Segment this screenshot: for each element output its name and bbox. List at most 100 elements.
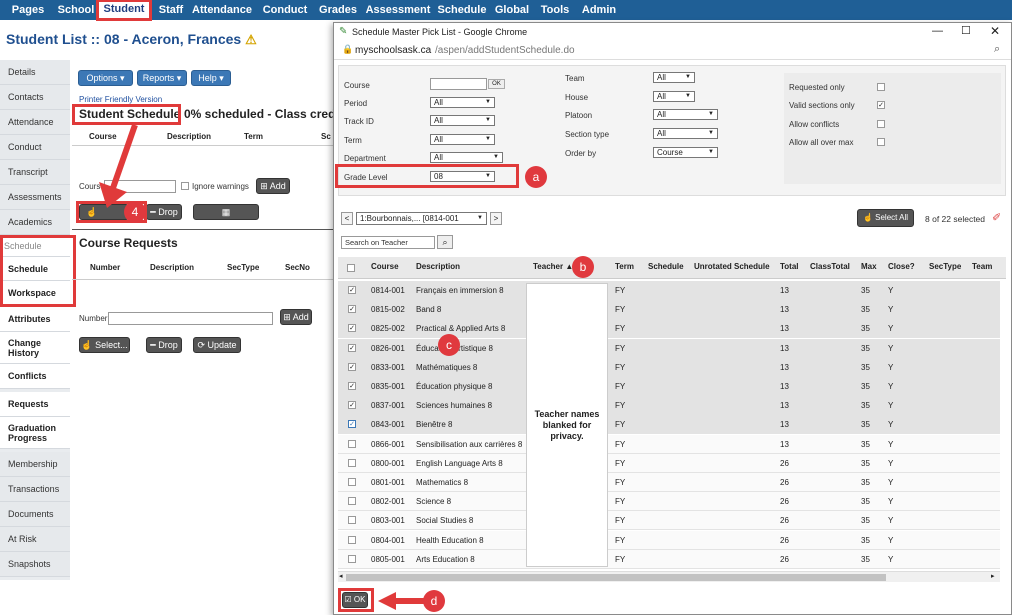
help-button[interactable]: Help ▾: [191, 70, 231, 86]
nav-student[interactable]: Student: [96, 0, 152, 21]
drop-button[interactable]: ━ Drop: [146, 204, 182, 220]
table-row[interactable]: ✓ 0815-002 Band 8 FY 13 35 Y: [338, 300, 1000, 320]
sidebar-item-graduation-progress[interactable]: Graduation Progress: [0, 417, 70, 449]
close-icon[interactable]: ✕: [990, 24, 1000, 38]
table-row[interactable]: 0800-001 English Language Arts 8 FY 26 35 Y: [338, 453, 1000, 473]
sidebar-item-conflicts[interactable]: Conflicts: [0, 364, 70, 389]
sidebar-item-details[interactable]: Details: [0, 60, 70, 85]
previous-teacher-button[interactable]: <: [341, 212, 353, 225]
table-row[interactable]: ✓ 0826-001 Éducation artistique 8 FY 13 35 Y: [338, 338, 1000, 358]
sidebar-item-snapshots[interactable]: Snapshots: [0, 552, 70, 577]
table-row[interactable]: 0801-001 Mathematics 8 FY 26 35 Y: [338, 473, 1000, 492]
team-select[interactable]: All: [653, 72, 695, 83]
bell-icon[interactable]: ⚠: [245, 32, 257, 47]
col-sectype[interactable]: SecType: [929, 262, 961, 271]
col-max[interactable]: Max: [861, 262, 877, 271]
nav-attendance[interactable]: Attendance: [190, 0, 254, 20]
sidebar-item-attendance[interactable]: Attendance: [0, 110, 70, 135]
table-row[interactable]: ✓ 0843-001 Bienêtre 8 FY 13 35 Y: [338, 415, 1000, 435]
scroll-left-icon[interactable]: ◂: [339, 572, 343, 580]
nav-staff[interactable]: Staff: [154, 0, 188, 20]
scrollbar-thumb[interactable]: [346, 574, 886, 581]
platoon-select[interactable]: All: [653, 109, 718, 120]
table-row[interactable]: ✓ 0814-001 Français en immersion 8 FY 13 35 Y: [338, 281, 1000, 300]
teacher-search-input[interactable]: Search on Teacher: [341, 236, 435, 249]
sidebar-item-transcript[interactable]: Transcript: [0, 160, 70, 185]
sidebar-item-contacts[interactable]: Contacts: [0, 85, 70, 110]
teacher-navigator-select[interactable]: 1:Bourbonnais,... [0814-001: [356, 212, 487, 225]
request-select-button[interactable]: ☝ Select...: [79, 337, 130, 353]
section-type-select[interactable]: All: [653, 128, 718, 139]
table-row[interactable]: ✓ 0833-001 Mathématiques 8 FY 13 35 Y: [338, 357, 1000, 377]
nav-assessment[interactable]: Assessment: [364, 0, 432, 20]
search-icon[interactable]: ⌕: [437, 235, 453, 249]
horizontal-scrollbar[interactable]: ◂ ▸: [338, 571, 1000, 582]
number-input[interactable]: [108, 312, 273, 325]
col-classtotal[interactable]: ClassTotal: [810, 262, 850, 271]
select-all-rows-checkbox[interactable]: [347, 264, 355, 272]
scroll-right-icon[interactable]: ▸: [991, 572, 995, 580]
row-checkbox[interactable]: ✓: [348, 286, 356, 294]
request-drop-button[interactable]: ━ Drop: [146, 337, 182, 353]
table-row[interactable]: ✓ 0837-001 Sciences humaines 8 FY 13 35 Y: [338, 396, 1000, 416]
col-close[interactable]: Close?: [888, 262, 915, 271]
row-checkbox[interactable]: ✓: [348, 401, 356, 410]
sidebar-item-conduct[interactable]: Conduct: [0, 135, 70, 160]
sidebar-item-membership[interactable]: Membership: [0, 452, 70, 477]
minimize-icon[interactable]: —: [932, 25, 943, 37]
reschedule-button[interactable]: ▦ Reschedule...: [193, 204, 259, 231]
nav-conduct[interactable]: Conduct: [257, 0, 313, 20]
col-total[interactable]: Total: [780, 262, 799, 271]
table-row[interactable]: ✓ 0825-002 Practical & Applied Arts 8 FY 13 3…: [338, 319, 1000, 339]
address-bar[interactable]: 🔒 myschoolsask.ca /aspen/addStudentSched…: [334, 42, 1011, 60]
table-row[interactable]: ✓ 0835-001 Éducation physique 8 FY 13 35 Y: [338, 377, 1000, 396]
sidebar-item-change-history[interactable]: Change History: [0, 332, 70, 364]
table-row[interactable]: 0802-001 Science 8 FY 26 35 Y: [338, 492, 1000, 512]
course-filter-ok-button[interactable]: OK: [488, 79, 505, 89]
valid-sections-only-checkbox[interactable]: ✓: [877, 101, 885, 109]
nav-schedule[interactable]: Schedule: [436, 0, 488, 20]
row-checkbox[interactable]: ✓: [348, 305, 356, 314]
sidebar-item-at-risk[interactable]: At Risk: [0, 527, 70, 552]
sidebar-item-assessments[interactable]: Assessments: [0, 185, 70, 210]
col-description[interactable]: Description: [416, 262, 460, 271]
track-id-select[interactable]: All: [430, 115, 495, 126]
nav-tools[interactable]: Tools: [537, 0, 573, 20]
sidebar-item-attributes[interactable]: Attributes: [0, 307, 70, 332]
row-checkbox[interactable]: ✓: [348, 382, 356, 390]
row-checkbox[interactable]: [348, 439, 356, 448]
table-row[interactable]: 0804-001 Health Education 8 FY 26 35 Y: [338, 530, 1000, 550]
row-checkbox[interactable]: [348, 458, 356, 467]
allow-conflicts-checkbox[interactable]: [877, 120, 885, 128]
row-checkbox[interactable]: ✓: [348, 343, 356, 352]
table-row[interactable]: 0805-001 Arts Education 8 FY 26 35 Y: [338, 549, 1000, 569]
col-term[interactable]: Term: [615, 262, 634, 271]
ignore-warnings-checkbox[interactable]: [181, 182, 189, 190]
row-checkbox[interactable]: [348, 478, 356, 486]
table-row[interactable]: 0866-001 Sensibilisation aux carrières 8 F…: [338, 434, 1000, 454]
requested-only-checkbox[interactable]: [877, 83, 885, 91]
col-course[interactable]: Course: [371, 262, 399, 271]
col-team[interactable]: Team: [972, 262, 992, 271]
col-schedule[interactable]: Schedule: [648, 262, 684, 271]
maximize-icon[interactable]: ☐: [961, 24, 971, 37]
sidebar-item-transactions[interactable]: Transactions: [0, 477, 70, 502]
nav-school[interactable]: School: [56, 0, 96, 20]
row-checkbox[interactable]: ✓: [348, 420, 356, 429]
nav-admin[interactable]: Admin: [577, 0, 621, 20]
add-request-button[interactable]: ⊞ Add: [280, 309, 312, 325]
house-select[interactable]: All: [653, 91, 695, 102]
sidebar-item-requests[interactable]: Requests: [0, 392, 70, 417]
table-row[interactable]: 0803-001 Social Studies 8 FY 26 35 Y: [338, 511, 1000, 531]
row-checkbox[interactable]: [348, 516, 356, 525]
update-button[interactable]: ⟳ Update: [193, 337, 241, 353]
row-checkbox[interactable]: ✓: [348, 362, 356, 371]
col-unrotated-schedule[interactable]: Unrotated Schedule: [694, 262, 770, 271]
nav-global[interactable]: Global: [492, 0, 532, 20]
row-checkbox[interactable]: ✓: [348, 324, 356, 333]
printer-friendly-link[interactable]: Printer Friendly Version: [79, 95, 162, 104]
add-course-button[interactable]: ⊞ Add: [256, 178, 290, 194]
term-select[interactable]: All: [430, 134, 495, 145]
zoom-icon[interactable]: ⌕: [994, 43, 1000, 56]
sidebar-item-academics[interactable]: Academics: [0, 210, 70, 235]
